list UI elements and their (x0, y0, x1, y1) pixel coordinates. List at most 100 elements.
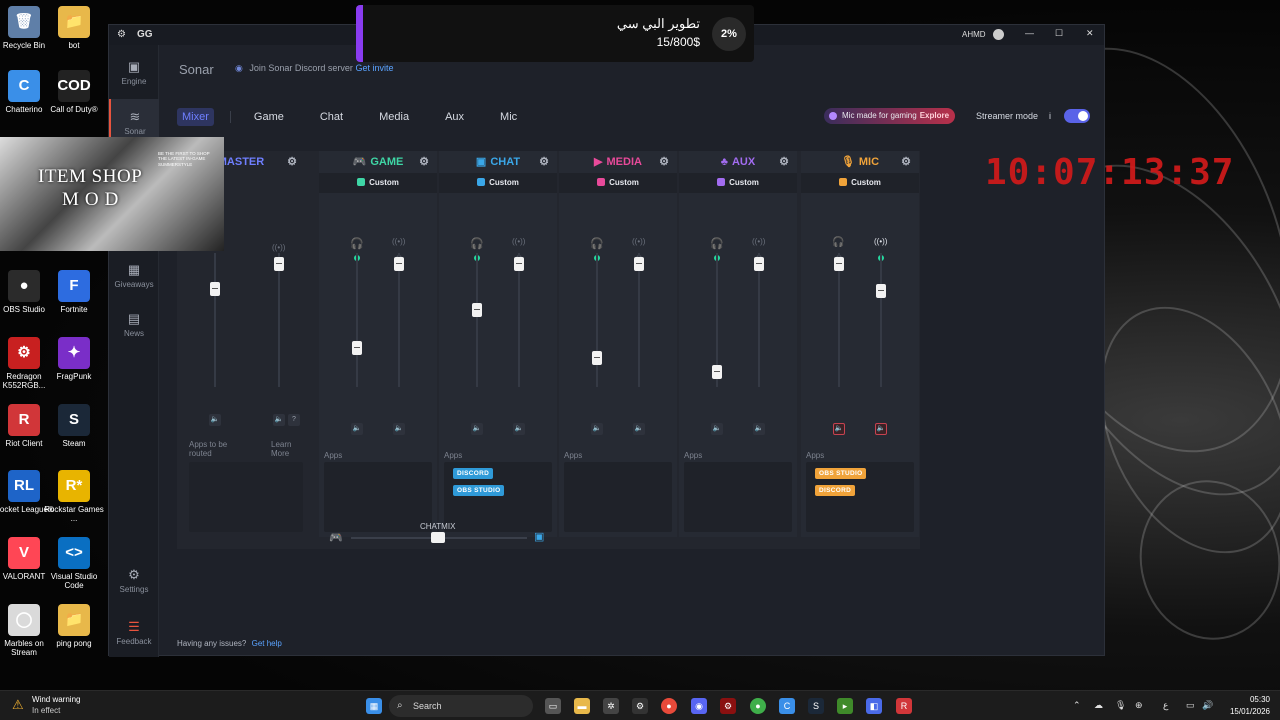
mute-speaker-icon[interactable]: 🔈 (591, 423, 603, 435)
volume-slider-handle[interactable] (592, 351, 602, 366)
preset-selector[interactable]: Custom (801, 173, 919, 193)
preset-selector[interactable]: Custom (559, 173, 677, 193)
volume-slider-handle[interactable] (634, 256, 644, 271)
mute-speaker-icon[interactable]: 🔈 (875, 423, 887, 435)
discord-taskbar-icon[interactable]: ◉ (691, 698, 707, 714)
user-name[interactable]: AHMD (962, 30, 986, 39)
get-help-link[interactable]: Get help (252, 639, 282, 648)
app-chip-obs-studio[interactable]: OBS STUDIO (815, 468, 867, 479)
channel-settings-gear-icon[interactable]: ⚙ (287, 151, 297, 173)
volume-slider-track[interactable] (638, 253, 640, 387)
tab-chat[interactable]: Chat (315, 108, 348, 126)
volume-slider-handle[interactable] (514, 256, 524, 271)
desktop-icon[interactable]: F Fortnite (44, 270, 104, 314)
weather-title[interactable]: Wind warning (32, 695, 80, 704)
network-icon[interactable]: ⊕ (1135, 700, 1143, 711)
sidebar-item-news[interactable]: ▤ News (109, 311, 159, 338)
broadcast-off-icon[interactable]: ((•)) (752, 237, 765, 246)
start-icon[interactable]: ▦ (366, 698, 382, 714)
broadcast-icon[interactable]: ((•)) (874, 237, 887, 246)
volume-slider-track[interactable] (518, 253, 520, 387)
channel-settings-gear-icon[interactable]: ⚙ (779, 151, 789, 173)
app-chip-obs-studio[interactable]: OBS STUDIO (453, 485, 505, 496)
streamer-mode-toggle[interactable] (1064, 109, 1090, 123)
language-indicator[interactable]: ع (1163, 700, 1168, 711)
volume-slider-track[interactable] (880, 253, 882, 387)
get-invite-link[interactable]: Get invite (355, 63, 393, 73)
maximize-button[interactable]: ☐ (1055, 28, 1063, 39)
channel-settings-gear-icon[interactable]: ⚙ (419, 151, 429, 173)
volume-slider-track[interactable] (278, 253, 280, 387)
desktop-icon[interactable]: 📁 bot (44, 6, 104, 50)
sidebar-item-engine[interactable]: ▣ Engine (109, 59, 159, 86)
app-chip-discord[interactable]: DISCORD (815, 485, 856, 496)
mute-speaker-icon[interactable]: 🔈 (833, 423, 845, 435)
tab-game[interactable]: Game (249, 108, 289, 126)
cloud-icon[interactable]: ☁ (1094, 700, 1103, 711)
channel-settings-gear-icon[interactable]: ⚙ (901, 151, 911, 173)
steelseries-gg-icon[interactable]: ✲ (603, 698, 619, 714)
tab-mixer[interactable]: Mixer (177, 108, 214, 126)
speaker-icon[interactable]: 🔊 (1202, 700, 1213, 711)
chrome-alt-icon[interactable]: ● (750, 698, 766, 714)
learn-more-link[interactable]: Learn More (271, 440, 301, 458)
user-avatar[interactable] (993, 29, 1004, 40)
headphones-icon[interactable]: 🎧 (590, 237, 604, 250)
tab-media[interactable]: Media (374, 108, 414, 126)
apps-drop-zone[interactable] (189, 462, 303, 532)
volume-slider-handle[interactable] (394, 256, 404, 271)
mute-speaker-icon[interactable]: 🔈 (351, 423, 363, 435)
volume-slider-handle[interactable] (274, 256, 284, 271)
sidebar-item-giveaways[interactable]: ▦ Giveaways (109, 262, 159, 289)
tab-mic[interactable]: Mic (495, 108, 522, 126)
microphone-icon[interactable]: 🎙 (1115, 700, 1126, 711)
desktop-icon[interactable]: ✦ FragPunk (44, 337, 104, 381)
app-icon[interactable]: ◧ (866, 698, 882, 714)
redragon-icon[interactable]: ⚙ (720, 698, 736, 714)
volume-slider-track[interactable] (476, 253, 478, 387)
volume-slider-handle[interactable] (834, 256, 844, 271)
volume-slider-handle[interactable] (712, 364, 722, 379)
discord-banner[interactable]: ◉ Join Sonar Discord server Get invite (235, 63, 393, 74)
mute-speaker-icon[interactable]: 🔈 (753, 423, 765, 435)
broadcast-off-icon[interactable]: ((•)) (392, 237, 405, 246)
mute-speaker-icon[interactable]: 🔈 (513, 423, 525, 435)
mute-speaker-icon[interactable]: 🔈 (209, 414, 221, 426)
mute-speaker-icon[interactable]: 🔈 (393, 423, 405, 435)
headphones-icon[interactable]: 🎧 (470, 237, 484, 250)
task-view-icon[interactable]: ▭ (545, 698, 561, 714)
volume-slider-track[interactable] (838, 253, 840, 387)
chrome-icon[interactable]: ● (661, 698, 677, 714)
volume-slider-handle[interactable] (352, 340, 362, 355)
chevron-up-icon[interactable]: ⌃ (1073, 700, 1081, 711)
volume-slider-track[interactable] (356, 253, 358, 387)
volume-slider-handle[interactable] (472, 303, 482, 318)
riot-client-icon[interactable]: R (896, 698, 912, 714)
apps-drop-zone[interactable] (324, 462, 432, 532)
preset-selector[interactable]: Custom (679, 173, 797, 193)
desktop-icon[interactable]: 📁 ping pong (44, 604, 104, 648)
preset-selector[interactable]: Custom (439, 173, 557, 193)
taskbar-clock[interactable]: 05:30 15/01/2026 (1224, 694, 1270, 718)
file-explorer-icon[interactable]: ▬ (574, 698, 590, 714)
volume-slider-track[interactable] (398, 253, 400, 387)
volume-slider-track[interactable] (214, 253, 216, 387)
volume-slider-handle[interactable] (876, 284, 886, 299)
broadcast-off-icon[interactable]: ((•)) (632, 237, 645, 246)
sidebar-item-sonar[interactable]: ≋ Sonar (109, 99, 159, 137)
headphones-off-icon[interactable]: 🎧 (832, 237, 844, 248)
tab-aux[interactable]: Aux (440, 108, 469, 126)
mute-speaker-icon[interactable]: 🔈 (273, 414, 285, 426)
preset-selector[interactable]: Custom (319, 173, 437, 193)
info-icon[interactable]: i (1049, 111, 1051, 121)
help-icon[interactable]: ? (288, 414, 300, 426)
sidebar-item-settings[interactable]: ⚙ Settings (109, 567, 159, 594)
mute-speaker-icon[interactable]: 🔈 (711, 423, 723, 435)
monitor-icon[interactable]: ▭ (1186, 700, 1195, 711)
steam-icon[interactable]: S (808, 698, 824, 714)
volume-slider-handle[interactable] (210, 281, 220, 296)
mute-speaker-icon[interactable]: 🔈 (471, 423, 483, 435)
broadcast-off-icon[interactable]: ((•)) (512, 237, 525, 246)
volume-slider-track[interactable] (758, 253, 760, 387)
desktop-icon[interactable]: COD Call of Duty® (44, 70, 104, 114)
